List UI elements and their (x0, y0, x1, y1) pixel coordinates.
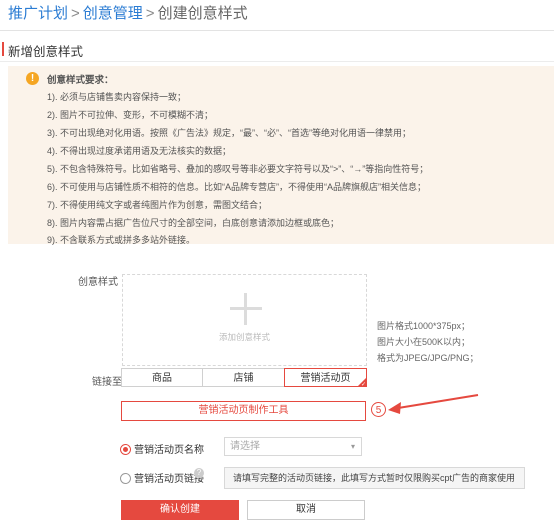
campaign-page-select[interactable]: 请选择 ▾ (224, 437, 362, 456)
step-marker: 5 (371, 402, 386, 417)
radio-campaign-name[interactable] (120, 444, 131, 455)
select-placeholder: 请选择 (230, 441, 260, 452)
notice-item: 4). 不得出现过度承诺用语及无法核实的数据； (47, 146, 232, 156)
campaign-page-tool-button[interactable]: 营销活动页制作工具 (121, 401, 366, 421)
creative-style-label: 创意样式 (78, 277, 118, 288)
section-title: 新增创意样式 (1, 41, 83, 60)
upload-placeholder: 添加创意样式 (218, 332, 270, 342)
notice-item: 3). 不可出现绝对化用语。按照《广告法》规定，“最”、“必”、“首选”等绝对化… (47, 128, 411, 138)
breadcrumb-link-plan[interactable]: 推广计划 (8, 5, 68, 22)
plus-icon (244, 293, 247, 325)
breadcrumb-current: 创建创意样式 (157, 5, 248, 22)
warning-icon: ! (26, 72, 39, 85)
notice-item: 9). 不含联系方式或拼多多站外链接。 (47, 235, 196, 245)
breadcrumb-link-creative[interactable]: 创意管理 (83, 5, 143, 22)
check-icon: ✓ (360, 382, 366, 388)
requirements-notice: ! 创意样式要求： 1). 必须与店铺售卖内容保持一致； 2). 图片不可拉伸、… (8, 66, 554, 245)
confirm-create-button[interactable]: 确认创建 (121, 500, 239, 520)
chevron-down-icon: ▾ (350, 442, 355, 451)
radio-campaign-name-label: 营销活动页名称 (134, 445, 204, 456)
link-option-product[interactable]: 商品 (121, 368, 203, 387)
link-option-campaign-page[interactable]: 营销活动页 ✓ (284, 368, 367, 388)
notice-title: 创意样式要求： (47, 75, 114, 86)
notice-item: 5). 不包含特殊符号。比如省略号、叠加的感叹号等非必要文字符号以及“>”、“→… (47, 164, 429, 174)
tip-text: 格式为JPEG/JPG/PNG； (377, 353, 479, 363)
notice-item: 6). 不可使用与店铺性质不相符的信息。比如“A品牌专营店”，不得使用“A品牌旗… (47, 182, 426, 192)
question-icon[interactable]: ? (194, 468, 204, 478)
link-to-label: 链接至 (92, 377, 122, 388)
upload-creative-area[interactable]: 添加创意样式 (122, 274, 367, 366)
breadcrumb-separator: > (71, 5, 80, 22)
notice-item: 1). 必须与店铺售卖内容保持一致； (47, 92, 187, 102)
link-option-store[interactable]: 店铺 (202, 368, 285, 387)
notice-item: 8). 图片内容需占据广告位尺寸的全部空间，白底创意请添加边框或底色； (47, 218, 340, 228)
breadcrumb-separator: > (145, 5, 155, 22)
radio-campaign-link[interactable] (120, 473, 131, 484)
notice-item: 2). 图片不可拉伸、变形，不可模糊不清； (47, 110, 214, 120)
breadcrumb: 推广计划 > 创意管理 > 创建创意样式 (8, 2, 248, 23)
notice-item: 7). 不得使用纯文字或者纯图片作为创意，需图文结合； (47, 200, 268, 210)
divider (0, 30, 554, 31)
tip-text: 图片大小在500K以内； (377, 337, 471, 347)
tip-text: 图片格式1000*375px； (377, 321, 471, 331)
link-option-label: 营销活动页 (300, 373, 351, 384)
cancel-button[interactable]: 取消 (247, 500, 365, 520)
divider (0, 61, 554, 62)
campaign-link-input[interactable]: 请填写完整的活动页链接，此填写方式暂时仅限购买cpt广告的商家使用 (224, 467, 525, 489)
